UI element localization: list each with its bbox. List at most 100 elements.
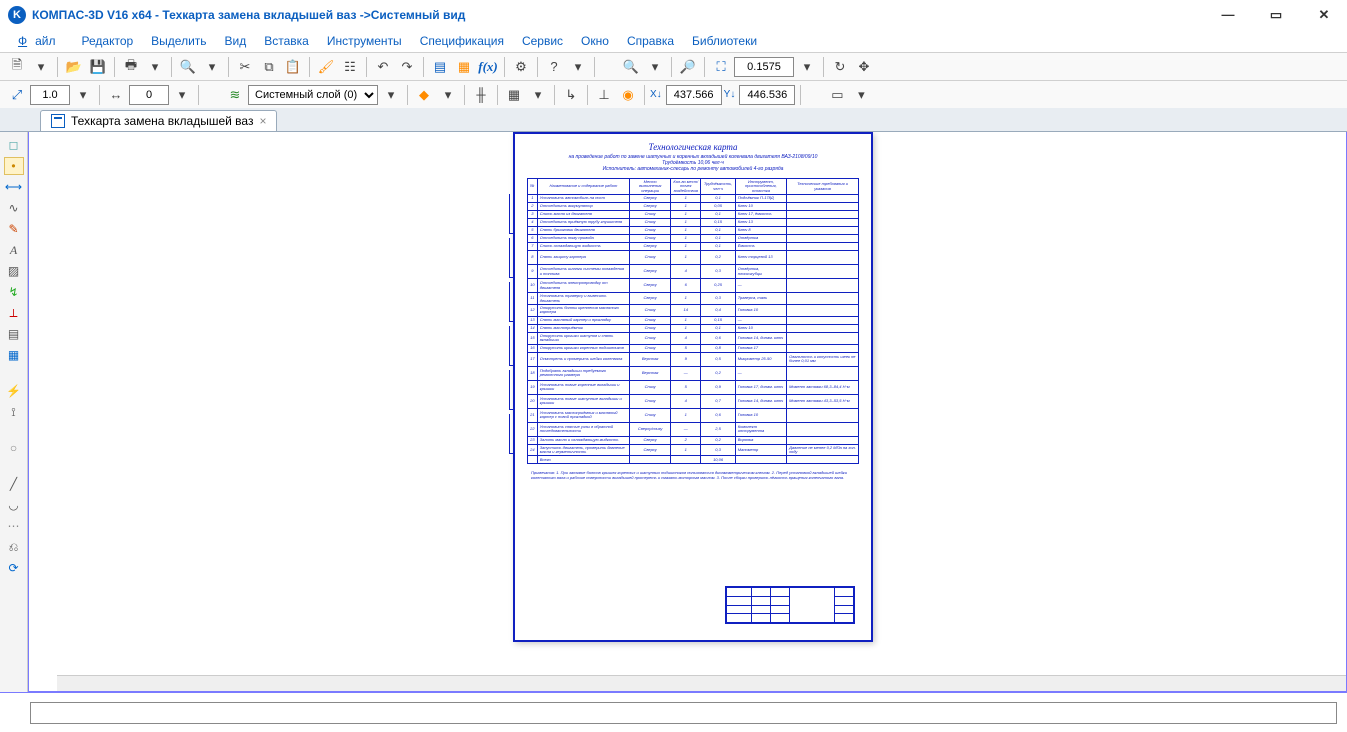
table-row: 21Установить маслоприёмник и масляный ка… — [528, 408, 859, 422]
open-button[interactable]: 📂 — [63, 56, 85, 78]
preview-button[interactable]: 🔍 — [177, 56, 199, 78]
line-style-dropdown[interactable]: ▾ — [437, 84, 459, 106]
tool-dimension-icon[interactable]: ⟷ — [4, 178, 24, 196]
new-dropdown[interactable]: ▾ — [30, 56, 52, 78]
manager-button[interactable]: ▤ — [429, 56, 451, 78]
refresh-button[interactable]: ↻ — [829, 56, 851, 78]
tool-aux5-icon[interactable]: ⎌ — [4, 538, 24, 556]
cut-button[interactable]: ✂ — [234, 56, 256, 78]
views-dropdown[interactable]: ▾ — [850, 84, 872, 106]
tool-aux1-icon[interactable]: ⚡ — [4, 382, 24, 400]
zoom-dropdown[interactable]: ▾ — [644, 56, 666, 78]
axis-button[interactable]: ╫ — [470, 84, 492, 106]
drawing-notes: Примечания: 1. При затяжке болтов крышек… — [531, 470, 855, 480]
tool-aux4-icon[interactable]: ⋯ — [4, 517, 24, 535]
ortho-button[interactable]: ↳ — [560, 84, 582, 106]
coord-y-input[interactable] — [739, 85, 795, 105]
menu-tools[interactable]: Инструменты — [319, 32, 410, 50]
tool-arc-icon[interactable]: ◡ — [4, 496, 24, 514]
step-icon[interactable]: ↔ — [105, 84, 127, 106]
menu-edit[interactable]: Редактор — [74, 32, 142, 50]
tool-hatch-icon[interactable]: ▨ — [4, 262, 24, 280]
print-dropdown[interactable]: ▾ — [144, 56, 166, 78]
drawing-canvas[interactable]: Технологическая карта на проведение рабо… — [28, 132, 1347, 692]
tool-param-icon[interactable]: ↯ — [4, 283, 24, 301]
views-button[interactable]: ▭ — [826, 84, 848, 106]
snap-round-button[interactable]: ◉ — [617, 84, 639, 106]
snap-perp-button[interactable]: ⊥ — [593, 84, 615, 106]
tool-symbol-icon[interactable]: ∿ — [4, 199, 24, 217]
tool-aux2-icon[interactable]: ⟟ — [4, 403, 24, 421]
document-tab[interactable]: Техкарта замена вкладышей ваз × — [40, 110, 277, 131]
undo-button[interactable]: ↶ — [372, 56, 394, 78]
tool-point-icon[interactable]: • — [4, 157, 24, 175]
table-row: 24Запустить двигатель, проверить давлени… — [528, 444, 859, 456]
menu-insert[interactable]: Вставка — [256, 32, 317, 50]
line-style-button[interactable]: ◆ — [413, 84, 435, 106]
document-tab-label: Техкарта замена вкладышей ваз — [71, 114, 253, 128]
coord-x-input[interactable] — [666, 85, 722, 105]
scale-dropdown[interactable]: ▾ — [72, 84, 94, 106]
step-dropdown[interactable]: ▾ — [171, 84, 193, 106]
tool-geometry-icon[interactable]: ◻ — [4, 136, 24, 154]
tab-close-icon[interactable]: × — [259, 114, 266, 128]
copy-button[interactable]: ⧉ — [258, 56, 280, 78]
zoom-inout-button[interactable]: 🔎 — [677, 56, 699, 78]
menu-file[interactable]: Файл — [10, 32, 72, 50]
settings-icon[interactable]: ⚙ — [510, 56, 532, 78]
properties-button[interactable]: ☷ — [339, 56, 361, 78]
library-button[interactable]: ▦ — [453, 56, 475, 78]
preview-dropdown[interactable]: ▾ — [201, 56, 223, 78]
title-block — [725, 586, 855, 624]
tool-aux3-icon[interactable]: ○ — [4, 439, 24, 457]
tool-report-icon[interactable]: ▦ — [4, 346, 24, 364]
document-icon — [51, 114, 65, 128]
zoom-value-input[interactable] — [734, 57, 794, 77]
table-row: 12Открутить болты крепления масляного ка… — [528, 304, 859, 316]
zoom-value-dropdown[interactable]: ▾ — [796, 56, 818, 78]
print-button[interactable]: 🖶 — [120, 56, 142, 78]
zoom-window-button[interactable]: 🔍 — [620, 56, 642, 78]
help-dropdown[interactable]: ▾ — [567, 56, 589, 78]
brush-button[interactable]: 🖌 — [315, 56, 337, 78]
tool-text-icon[interactable]: A — [4, 241, 24, 259]
table-row: 18Подобрать вкладыши требуемого ремонтно… — [528, 366, 859, 380]
main-area: ◻ • ⟷ ∿ ✎ A ▨ ↯ ⟂ ▤ ▦ ⚡ ⟟ ○ ╱ ◡ ⋯ ⎌ ⟳ Те… — [0, 132, 1347, 692]
table-row: 7Слить охлаждающую жидкостьСверху10,1Ёмк… — [528, 243, 859, 251]
command-line-input[interactable] — [30, 702, 1337, 724]
paste-button[interactable]: 📋 — [282, 56, 304, 78]
help-icon[interactable]: ? — [543, 56, 565, 78]
maximize-button[interactable]: ▭ — [1261, 7, 1291, 23]
menu-select[interactable]: Выделить — [143, 32, 214, 50]
tool-line-icon[interactable]: ╱ — [4, 475, 24, 493]
titlebar: K КОМПАС-3D V16 x64 - Техкарта замена вк… — [0, 0, 1347, 30]
tool-spec-icon[interactable]: ▤ — [4, 325, 24, 343]
scale-input[interactable] — [30, 85, 70, 105]
zoom-fit-button[interactable]: ⛶ — [710, 56, 732, 78]
app-logo-icon: K — [8, 6, 26, 24]
new-button[interactable]: 🗎 — [6, 56, 28, 78]
minimize-button[interactable]: — — [1213, 7, 1243, 23]
layer-select[interactable]: Системный слой (0) — [248, 85, 378, 105]
tool-edit-icon[interactable]: ✎ — [4, 220, 24, 238]
menu-spec[interactable]: Спецификация — [412, 32, 512, 50]
menu-window[interactable]: Окно — [573, 32, 617, 50]
scale-icon[interactable]: ⤢ — [6, 84, 28, 106]
save-button[interactable]: 💾 — [87, 56, 109, 78]
menu-libs[interactable]: Библиотеки — [684, 32, 765, 50]
tool-aux6-icon[interactable]: ⟳ — [4, 559, 24, 577]
close-button[interactable]: ✕ — [1309, 7, 1339, 23]
grid-dropdown[interactable]: ▾ — [527, 84, 549, 106]
layer-icon[interactable]: ≋ — [224, 84, 246, 106]
horizontal-scrollbar[interactable] — [57, 675, 1346, 691]
variables-button[interactable]: f(x) — [477, 56, 499, 78]
redo-button[interactable]: ↷ — [396, 56, 418, 78]
step-input[interactable] — [129, 85, 169, 105]
menu-service[interactable]: Сервис — [514, 32, 571, 50]
pan-button[interactable]: ✥ — [853, 56, 875, 78]
layer-dropdown[interactable]: ▾ — [380, 84, 402, 106]
menu-view[interactable]: Вид — [217, 32, 255, 50]
grid-button[interactable]: ▦ — [503, 84, 525, 106]
tool-measure-icon[interactable]: ⟂ — [4, 304, 24, 322]
menu-help[interactable]: Справка — [619, 32, 682, 50]
